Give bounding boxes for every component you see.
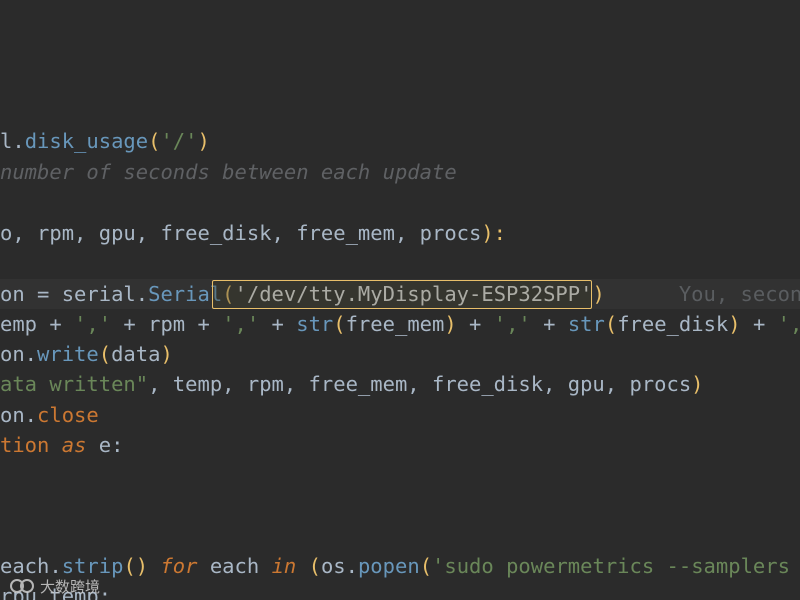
code-token: + rpm + [111,312,223,336]
code-token: ( [419,554,433,578]
code-line-data-concat[interactable]: emp + ',' + rpm + ',' + str(free_mem) + … [0,309,800,339]
code-token: data [111,342,161,366]
code-token: popen [357,554,420,578]
code-token: str [567,312,605,336]
code-token: + [259,312,297,336]
string-highlight-box [212,280,592,309]
code-line-exception[interactable]: tion as e: [0,430,800,460]
code-token: tion [0,433,62,457]
code-token: ) [691,372,704,396]
code-token: free_disk [617,312,729,336]
code-token: str [296,312,334,336]
code-token: number of seconds between each update [0,160,457,184]
code-token: in [271,554,297,578]
code-token: ata written" [0,372,149,396]
code-token: ',' [777,312,800,336]
code-line-disk-usage[interactable]: l.disk_usage('/') [0,126,800,156]
code-token: ',' [493,312,531,336]
code-token: ( [98,342,112,366]
code-token: as [61,433,87,457]
code-token: + [530,312,568,336]
code-line-write[interactable]: on.write(data) [0,339,800,369]
code-token: on = serial. [0,282,149,306]
code-token: free_mem [345,312,445,336]
code-line-cpu-temp[interactable]: rpu_temp: [0,581,800,600]
code-token: () [123,554,161,578]
code-token: emp + [0,312,75,336]
code-token: ( [296,554,321,578]
code-token: close [37,403,99,427]
code-line-popen[interactable]: each.strip() for each in (os.popen('sudo… [0,551,800,581]
code-token: You, second [604,282,800,306]
code-token: e: [86,433,124,457]
code-token: + [456,312,494,336]
code-token: l. [0,129,25,153]
code-token: os. [320,554,358,578]
code-token: ) [592,282,605,306]
code-token: ): [481,221,507,245]
code-line-comment[interactable]: number of seconds between each update [0,157,800,187]
code-token: on. [0,403,38,427]
watermark-logo-icon [10,579,34,593]
code-token: + [740,312,778,336]
code-line-print[interactable]: ata written", temp, rpm, free_mem, free_… [0,369,800,399]
code-token: , temp, rpm, free_mem, free_disk, gpu, p… [148,372,692,396]
code-token: ',' [74,312,112,336]
code-token: ) [197,129,210,153]
code-line-function-args[interactable]: o, rpm, gpu, free_disk, free_mem, procs)… [0,218,800,248]
watermark-text: 大数跨境 [40,577,101,596]
code-token: ( [148,129,161,153]
code-line-close[interactable]: on.close [0,400,800,430]
code-editor[interactable]: l.disk_usage('/') number of seconds betw… [0,0,800,600]
code-token: 'sudo powermetrics --samplers sm [432,554,800,578]
watermark: 大数跨境 [8,574,100,598]
code-token: o, rpm, gpu, free_disk, free_mem, procs [0,221,482,245]
code-token: for [160,554,198,578]
code-token: '/' [160,129,198,153]
code-token: ) [444,312,457,336]
code-token: ',' [222,312,260,336]
code-token: write [37,342,99,366]
code-token: ) [728,312,741,336]
code-token: disk_usage [24,129,149,153]
code-token: ) [160,342,173,366]
code-token: ( [604,312,618,336]
code-token: ( [333,312,346,336]
code-token: each [197,554,272,578]
code-token: on. [0,342,38,366]
